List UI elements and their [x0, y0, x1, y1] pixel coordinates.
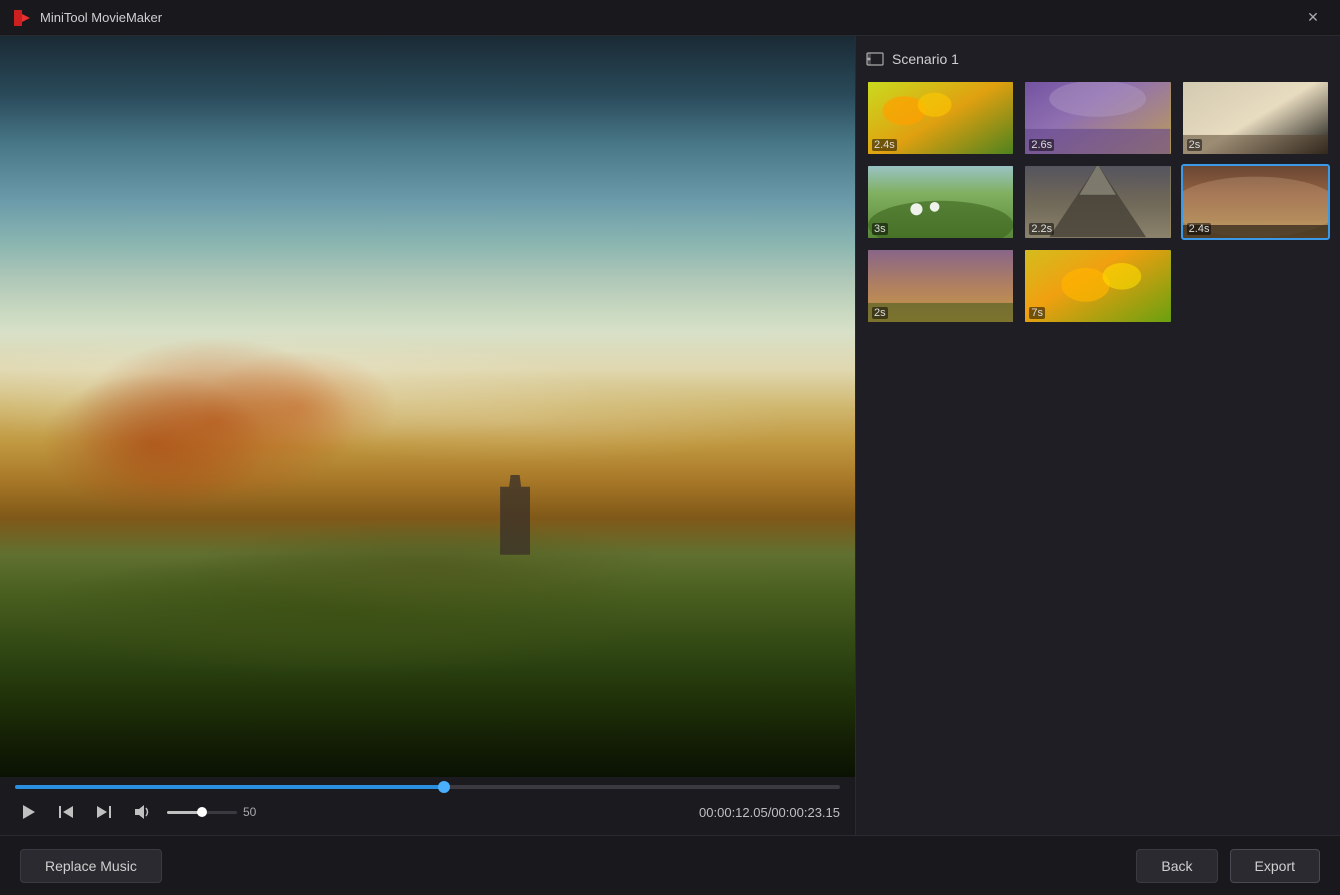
thumbnails-grid: 2.4s 2.6s	[866, 80, 1330, 324]
thumb-svg-4	[868, 166, 1013, 238]
volume-track[interactable]	[167, 811, 237, 814]
video-preview	[0, 36, 855, 777]
thumb-image-3	[1183, 82, 1328, 154]
volume-icon	[133, 803, 151, 821]
thumb-image-4	[868, 166, 1013, 238]
progress-container	[0, 777, 855, 793]
thumb-svg-7	[868, 250, 1013, 322]
scenario-icon	[866, 50, 884, 68]
nav-buttons: Back Export	[1136, 849, 1320, 883]
thumb-duration-8: 7s	[1029, 307, 1045, 319]
step-forward-button[interactable]	[91, 799, 117, 825]
thumb-duration-4: 3s	[872, 223, 888, 235]
scenario-header: Scenario 1	[866, 46, 1330, 80]
title-bar: MiniTool MovieMaker ✕	[0, 0, 1340, 36]
volume-value: 50	[243, 805, 263, 819]
volume-button[interactable]	[129, 799, 155, 825]
video-frame	[0, 36, 855, 777]
thumb-duration-5: 2.2s	[1029, 223, 1054, 235]
volume-thumb[interactable]	[197, 807, 207, 817]
thumb-duration-7: 2s	[872, 307, 888, 319]
main-layout: 50 00:00:12.05/00:00:23.15 Scenario 1	[0, 36, 1340, 835]
progress-track[interactable]	[15, 785, 840, 789]
progress-thumb[interactable]	[438, 781, 450, 793]
play-icon	[19, 803, 37, 821]
app-title: MiniTool MovieMaker	[40, 10, 162, 25]
app-logo	[12, 8, 32, 28]
thumb-duration-6: 2.4s	[1187, 223, 1212, 235]
thumb-image-7	[868, 250, 1013, 322]
thumb-duration-1: 2.4s	[872, 139, 897, 151]
thumbnail-4[interactable]: 3s	[866, 164, 1015, 240]
thumbnail-8[interactable]: 7s	[1023, 248, 1172, 324]
thumbnail-6[interactable]: 2.4s	[1181, 164, 1330, 240]
title-left: MiniTool MovieMaker	[12, 8, 162, 28]
scenario-title: Scenario 1	[892, 51, 959, 67]
thumbnail-2[interactable]: 2.6s	[1023, 80, 1172, 156]
thumb-image-8	[1025, 250, 1170, 322]
controls-bar: 50 00:00:12.05/00:00:23.15	[0, 793, 855, 835]
play-button[interactable]	[15, 799, 41, 825]
window-controls: ✕	[1298, 6, 1328, 30]
thumbnail-7[interactable]: 2s	[866, 248, 1015, 324]
close-button[interactable]: ✕	[1298, 6, 1328, 30]
step-back-button[interactable]	[53, 799, 79, 825]
thumb-duration-3: 2s	[1187, 139, 1203, 151]
back-button[interactable]: Back	[1136, 849, 1217, 883]
thumbnail-3[interactable]: 2s	[1181, 80, 1330, 156]
thumb-duration-2: 2.6s	[1029, 139, 1054, 151]
thumbnail-5[interactable]: 2.2s	[1023, 164, 1172, 240]
thumb-svg-8	[1025, 250, 1170, 322]
step-back-icon	[57, 803, 75, 821]
thumbnail-1[interactable]: 2.4s	[866, 80, 1015, 156]
replace-music-button[interactable]: Replace Music	[20, 849, 162, 883]
time-display: 00:00:12.05/00:00:23.15	[699, 805, 840, 820]
step-forward-icon	[95, 803, 113, 821]
left-panel: 50 00:00:12.05/00:00:23.15	[0, 36, 855, 835]
right-panel: Scenario 1 2.4s	[855, 36, 1340, 835]
thumb-svg-3	[1183, 82, 1328, 154]
export-button[interactable]: Export	[1230, 849, 1320, 883]
bottom-bar: Replace Music Back Export	[0, 835, 1340, 895]
progress-fill	[15, 785, 444, 789]
volume-slider[interactable]: 50	[167, 805, 263, 819]
